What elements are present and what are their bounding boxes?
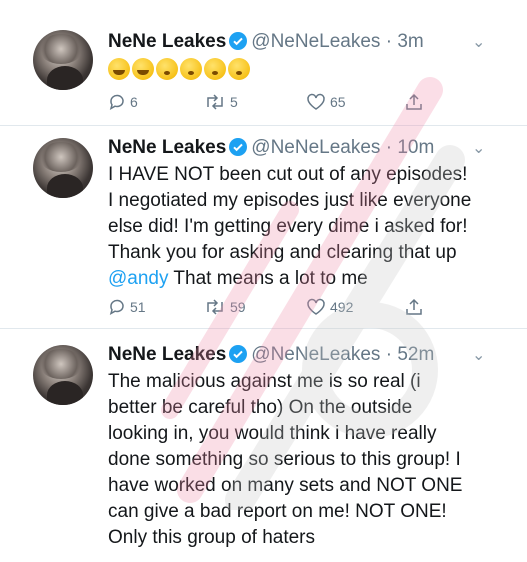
reply-icon bbox=[109, 299, 124, 316]
share-icon bbox=[406, 93, 422, 110]
tweet-text-line: @andy That means a lot to me bbox=[108, 266, 516, 292]
reply-button[interactable]: 6 bbox=[108, 91, 138, 113]
heart-icon bbox=[307, 298, 325, 315]
mention-link[interactable]: @andy bbox=[108, 268, 169, 289]
like-button[interactable]: 65 bbox=[306, 91, 346, 113]
tweet-text-line: looking in, you would think i have reall… bbox=[108, 423, 437, 444]
tweet-text: I HAVE NOT been cut out of any episodes!… bbox=[108, 162, 516, 292]
rofl-face-icon bbox=[132, 58, 154, 80]
tweet-text-line: The malicious against me is so real (i bbox=[108, 371, 421, 392]
tweet-1[interactable]: NeNe Leakes @NeNeLeakes · 3m ⌄ 6 5 65 bbox=[0, 0, 527, 125]
share-button[interactable] bbox=[404, 296, 424, 318]
timestamp[interactable]: 52m bbox=[397, 344, 434, 365]
share-button[interactable] bbox=[404, 91, 424, 113]
like-count: 65 bbox=[330, 94, 346, 110]
hushed-face-icon bbox=[156, 58, 178, 80]
display-name[interactable]: NeNe Leakes bbox=[108, 31, 226, 52]
tweet-text-line: have worked on many sets and NOT ONE bbox=[108, 475, 463, 496]
verified-badge-icon bbox=[229, 138, 248, 163]
hushed-face-icon bbox=[228, 58, 250, 80]
heart-icon bbox=[307, 93, 325, 110]
display-name[interactable]: NeNe Leakes bbox=[108, 344, 226, 365]
retweet-icon bbox=[207, 299, 223, 315]
share-icon bbox=[406, 298, 422, 315]
timestamp[interactable]: 3m bbox=[397, 31, 423, 52]
hushed-face-icon bbox=[204, 58, 226, 80]
retweet-button[interactable]: 5 bbox=[204, 91, 238, 113]
tweet-text-line: better be careful tho) On the outside bbox=[108, 397, 413, 418]
tweet-text-tail: That means a lot to me bbox=[168, 268, 368, 289]
hushed-face-icon bbox=[180, 58, 202, 80]
retweet-icon bbox=[207, 94, 223, 110]
tweet-text-line: Thank you for asking and clearing that u… bbox=[108, 242, 457, 263]
reply-count: 51 bbox=[130, 299, 146, 315]
like-count: 492 bbox=[330, 299, 354, 315]
verified-badge-icon bbox=[229, 32, 248, 57]
avatar[interactable] bbox=[33, 138, 93, 198]
tweet-text-line: done something so serious to this group!… bbox=[108, 449, 461, 470]
chevron-down-icon[interactable]: ⌄ bbox=[472, 345, 485, 365]
reply-icon bbox=[109, 94, 124, 111]
tweet-text-line: can give a bad report on me! NOT ONE! bbox=[108, 501, 447, 522]
reply-button[interactable]: 51 bbox=[108, 296, 146, 318]
timestamp[interactable]: 10m bbox=[397, 137, 434, 158]
reply-count: 6 bbox=[130, 94, 138, 110]
tweet-text-line: I HAVE NOT been cut out of any episodes! bbox=[108, 164, 468, 185]
tweet-text: The malicious against me is so real (i b… bbox=[108, 369, 516, 551]
tweet-header: NeNe Leakes @NeNeLeakes · 3m bbox=[108, 30, 424, 54]
tweet-header: NeNe Leakes @NeNeLeakes · 52m bbox=[108, 343, 434, 367]
chevron-down-icon[interactable]: ⌄ bbox=[472, 32, 485, 52]
joy-face-icon bbox=[108, 58, 130, 80]
tweet-text-line: else did! I'm getting every dime i asked… bbox=[108, 216, 468, 237]
chevron-down-icon[interactable]: ⌄ bbox=[472, 138, 485, 158]
avatar[interactable] bbox=[33, 345, 93, 405]
verified-badge-icon bbox=[229, 345, 248, 370]
tweet-3[interactable]: NeNe Leakes @NeNeLeakes · 52m ⌄ The malic… bbox=[0, 329, 527, 562]
tweet-actions: 51 59 492 bbox=[108, 296, 448, 318]
retweet-count: 5 bbox=[230, 94, 238, 110]
display-name[interactable]: NeNe Leakes bbox=[108, 137, 226, 158]
retweet-button[interactable]: 59 bbox=[204, 296, 246, 318]
like-button[interactable]: 492 bbox=[306, 296, 353, 318]
tweet-actions: 6 5 65 bbox=[108, 91, 448, 113]
retweet-count: 59 bbox=[230, 299, 246, 315]
tweet-2[interactable]: NeNe Leakes @NeNeLeakes · 10m ⌄ I HAVE NO… bbox=[0, 126, 527, 328]
tweet-text-line: Only this group of haters bbox=[108, 527, 315, 548]
avatar[interactable] bbox=[33, 30, 93, 90]
user-handle[interactable]: @NeNeLeakes bbox=[251, 31, 380, 52]
emoji-row bbox=[108, 58, 252, 80]
tweet-header: NeNe Leakes @NeNeLeakes · 10m bbox=[108, 136, 434, 160]
user-handle[interactable]: @NeNeLeakes bbox=[251, 344, 380, 365]
tweet-text-line: I negotiated my episodes just like every… bbox=[108, 190, 472, 211]
user-handle[interactable]: @NeNeLeakes bbox=[251, 137, 380, 158]
